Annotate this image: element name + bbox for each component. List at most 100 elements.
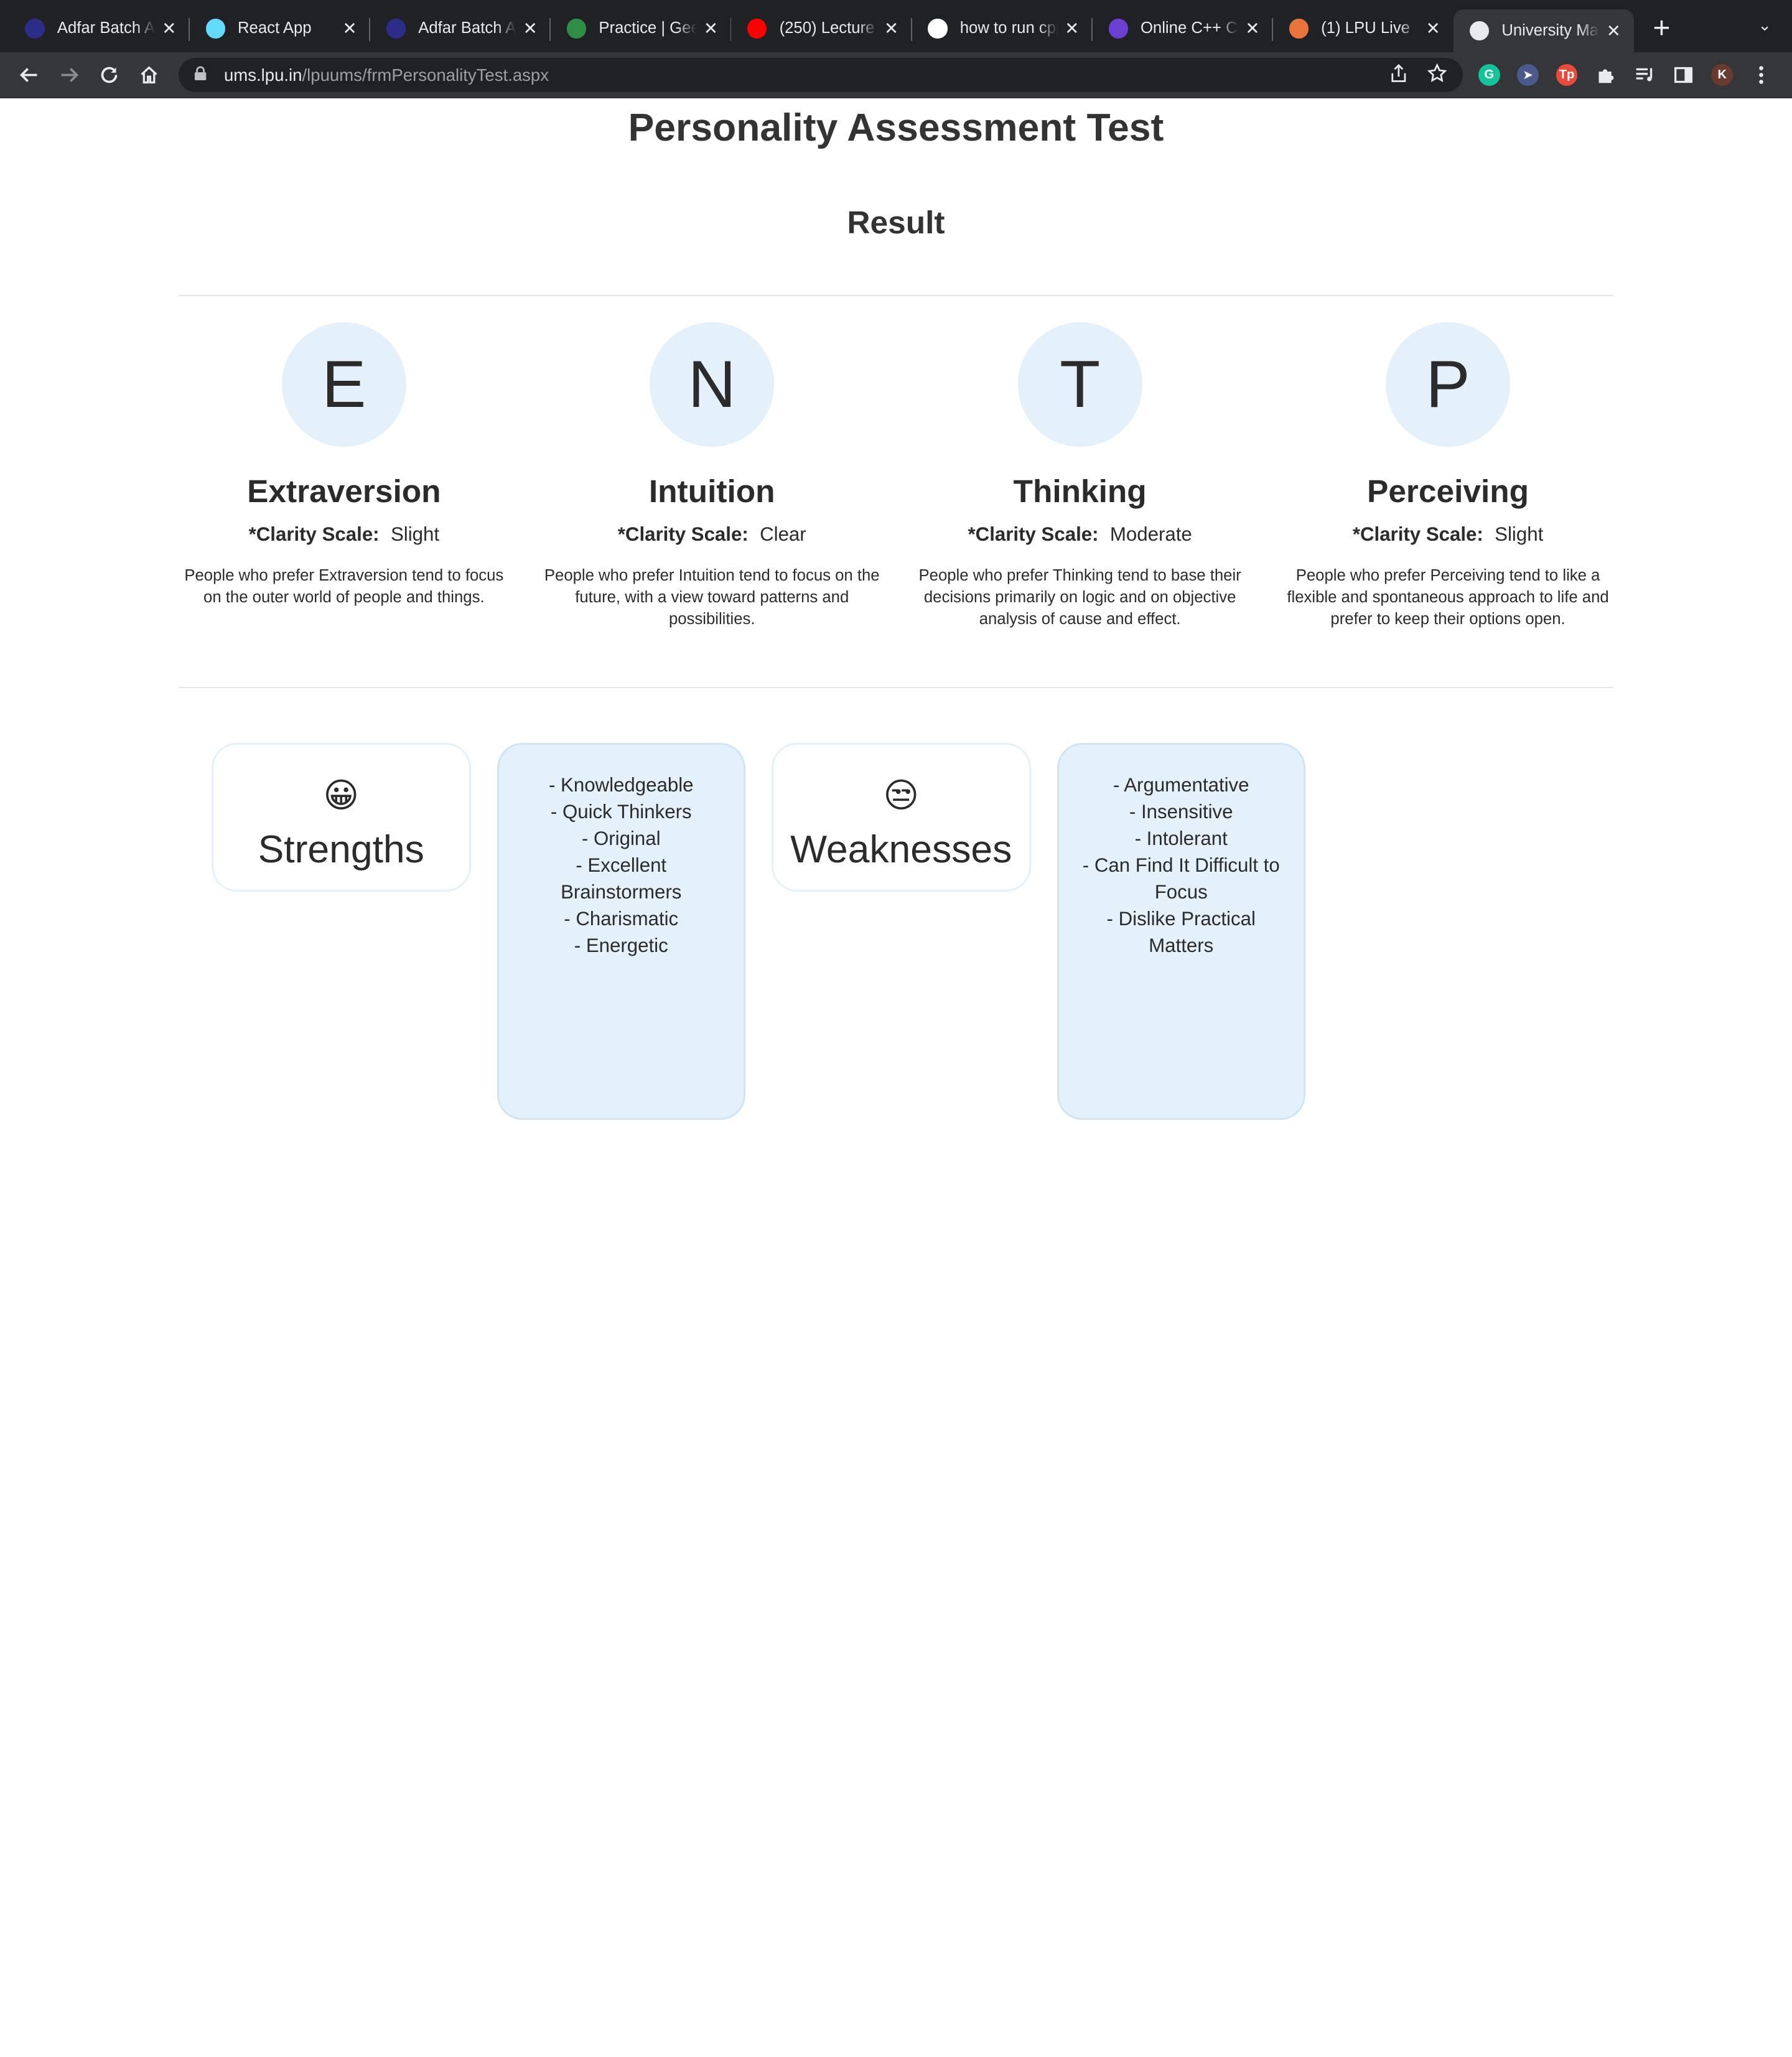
- extension-glyph: G: [1478, 64, 1500, 86]
- lock-icon[interactable]: [194, 66, 210, 85]
- close-tab-icon[interactable]: ✕: [521, 19, 539, 39]
- trait-description: People who prefer Extraversion tend to f…: [184, 566, 504, 606]
- clarity-label: *Clarity Scale:: [968, 523, 1099, 545]
- unamused-face-icon: 😒: [883, 775, 919, 814]
- trait-letter-circle: P: [1385, 322, 1511, 447]
- page-content: Personality Assessment Test Result E Extr…: [0, 98, 1792, 1120]
- clarity-scale: *Clarity Scale: Clear: [618, 523, 806, 546]
- home-button[interactable]: [129, 57, 169, 93]
- tab-search-chevron-icon[interactable]: ⌄: [1758, 16, 1771, 35]
- reload-icon: [101, 67, 118, 83]
- trait-description: People who prefer Intuition tend to focu…: [544, 566, 880, 628]
- side-panel-icon[interactable]: [1664, 57, 1702, 93]
- tab[interactable]: how to run cpp ✕: [912, 7, 1093, 50]
- trait-perceiving: P Perceiving *Clarity Scale: Slight People w…: [1264, 322, 1631, 630]
- coding-platform-icon: [386, 19, 406, 39]
- close-tab-icon[interactable]: ✕: [1605, 21, 1623, 41]
- clarity-value: Slight: [1495, 523, 1544, 545]
- forward-arrow-icon: [61, 68, 78, 83]
- tab[interactable]: Online C++ Co ✕: [1093, 7, 1273, 50]
- back-arrow-icon: [20, 68, 37, 83]
- tab[interactable]: Adfar Batch A ✕: [370, 7, 551, 50]
- profile-avatar[interactable]: K: [1703, 57, 1742, 93]
- forward-button[interactable]: [49, 57, 89, 93]
- youtube-icon: [747, 19, 767, 39]
- clarity-value: Slight: [390, 523, 440, 545]
- trait-letter-circle: N: [650, 322, 775, 447]
- list-item: - Energetic: [574, 934, 668, 956]
- tab-title: Adfar Batch A: [57, 19, 155, 37]
- tab[interactable]: Adfar Batch A ✕: [9, 7, 190, 50]
- close-tab-icon[interactable]: ✕: [160, 19, 178, 39]
- list-item: - Argumentative: [1113, 773, 1249, 796]
- clarity-scale: *Clarity Scale: Moderate: [968, 523, 1192, 546]
- profile-initial: K: [1711, 64, 1734, 86]
- tab-active[interactable]: University Mar ✕: [1454, 9, 1635, 53]
- list-item: - Charismatic: [564, 907, 679, 930]
- browser-window: Adfar Batch A ✕ React App ✕ Adfar Batch A ✕ Pr…: [0, 0, 1792, 1120]
- tab-title: (1) LPU Live: [1321, 19, 1410, 37]
- extensions-area: G ➤ Tp: [1470, 57, 1586, 93]
- list-item: - Knowledgeable: [548, 773, 694, 796]
- divider: [178, 294, 1614, 296]
- tab[interactable]: Practice | Geel ✕: [551, 7, 732, 50]
- bolt-icon: [1108, 19, 1128, 39]
- weaknesses-list: - Argumentative - Insensitive - Intolerant…: [1057, 742, 1305, 1120]
- media-controls-icon[interactable]: [1625, 57, 1664, 93]
- tab[interactable]: (1) LPU Live ✕: [1273, 7, 1454, 50]
- share-icon[interactable]: [1391, 63, 1407, 86]
- trait-thinking: T Thinking *Clarity Scale: Moderate People w…: [896, 322, 1264, 630]
- trait-intuition: N Intuition *Clarity Scale: Clear People who…: [528, 322, 896, 630]
- list-item: - Original: [581, 827, 661, 849]
- weaknesses-label: Weaknesses: [790, 828, 1012, 872]
- trait-name: Perceiving: [1367, 472, 1529, 509]
- list-item: - Excellent Brainstormers: [561, 854, 682, 903]
- tab[interactable]: React App ✕: [190, 7, 371, 50]
- trait-extraversion: E Extraversion *Clarity Scale: Slight People…: [160, 322, 528, 630]
- list-item: - Insensitive: [1129, 800, 1233, 823]
- reload-button[interactable]: [89, 57, 129, 93]
- bookmark-star-icon[interactable]: [1427, 63, 1447, 87]
- browser-toolbar: ums.lpu.in/lpuums/frmPersonalityTest.asp…: [0, 52, 1792, 98]
- strengths-list: - Knowledgeable - Quick Thinkers - Origina…: [497, 742, 745, 1120]
- extensions-puzzle-icon[interactable]: [1586, 57, 1625, 93]
- result-heading: Result: [847, 203, 945, 240]
- browser-menu-icon[interactable]: [1742, 57, 1780, 93]
- geeksforgeeks-icon: [566, 19, 587, 39]
- close-tab-icon[interactable]: ✕: [882, 19, 900, 39]
- close-tab-icon[interactable]: ✕: [340, 19, 358, 39]
- trait-name: Extraversion: [247, 472, 441, 509]
- back-button[interactable]: [9, 57, 49, 93]
- strengths-card: 😀 Strengths: [211, 742, 471, 892]
- trait-description: People who prefer Perceiving tend to lik…: [1287, 566, 1609, 628]
- clarity-label: *Clarity Scale:: [1352, 523, 1483, 545]
- close-tab-icon[interactable]: ✕: [1063, 19, 1081, 39]
- close-tab-icon[interactable]: ✕: [1424, 19, 1442, 39]
- clarity-label: *Clarity Scale:: [617, 523, 749, 545]
- close-tab-icon[interactable]: ✕: [1243, 19, 1261, 39]
- tp-extension-icon[interactable]: Tp: [1547, 57, 1586, 93]
- address-bar[interactable]: ums.lpu.in/lpuums/frmPersonalityTest.asp…: [178, 58, 1463, 93]
- page-title: Personality Assessment Test: [628, 105, 1164, 149]
- new-tab-button[interactable]: +: [1639, 7, 1684, 50]
- grammarly-icon[interactable]: G: [1470, 57, 1508, 93]
- coding-platform-icon: [25, 19, 45, 39]
- weaknesses-card: 😒 Weaknesses: [771, 742, 1031, 892]
- list-item: - Intolerant: [1134, 827, 1228, 849]
- clarity-scale: *Clarity Scale: Slight: [1353, 523, 1543, 546]
- url-host: ums.lpu.in: [223, 65, 302, 85]
- list-item: - Dislike Practical Matters: [1106, 907, 1256, 956]
- google-icon: [928, 19, 948, 39]
- home-icon: [141, 66, 157, 84]
- lpu-live-icon: [1289, 19, 1309, 39]
- list-item: - Can Find It Difficult to Focus: [1082, 854, 1280, 903]
- tab-title: (250) Lecture: [779, 19, 875, 37]
- trait-name: Intuition: [648, 472, 775, 509]
- tab[interactable]: (250) Lecture ✕: [731, 7, 912, 50]
- close-tab-icon[interactable]: ✕: [702, 19, 720, 39]
- trait-letter-circle: E: [281, 322, 406, 447]
- trait-name: Thinking: [1013, 472, 1147, 509]
- divider: [178, 686, 1614, 688]
- cursor-extension-icon[interactable]: ➤: [1508, 57, 1547, 93]
- strengths-label: Strengths: [258, 828, 424, 872]
